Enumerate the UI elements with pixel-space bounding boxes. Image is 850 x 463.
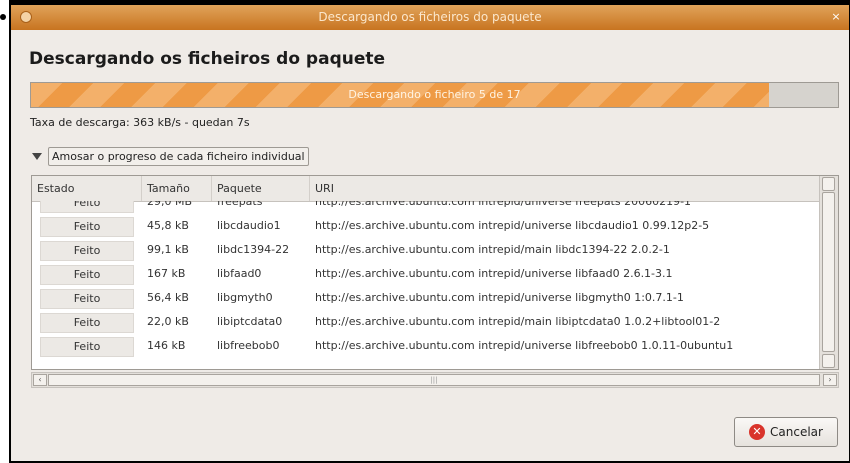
status-badge: Feito <box>40 313 134 333</box>
vertical-scrollbar[interactable] <box>819 176 838 369</box>
status-badge: Feito <box>40 289 134 309</box>
expander-arrow-icon <box>32 152 42 160</box>
file-progress-expander[interactable]: Amosar o progreso de cada ficheiro indiv… <box>30 145 309 167</box>
title-bar: Descargando os ficheiros do paquete × <box>11 5 849 30</box>
cell-estado: Feito <box>32 238 142 262</box>
cell-estado: Feito <box>32 214 142 238</box>
horizontal-scrollbar[interactable]: ‹ ||| › <box>31 372 839 388</box>
window-title: Descargando os ficheiros do paquete <box>318 10 542 24</box>
window-menu-icon[interactable] <box>20 11 32 23</box>
scroll-right-button[interactable]: › <box>823 374 837 386</box>
table-body: Feito 29,0 MB freepats http://es.archive.ub… <box>32 201 820 369</box>
table-row[interactable]: Feito 56,4 kB libgmyth0 http://es.archive.u… <box>32 286 820 310</box>
table-header: Estado Tamaño Paquete URI <box>32 176 820 202</box>
vertical-scroll-thumb[interactable] <box>822 192 835 352</box>
cell-paquete: freepats <box>217 201 263 208</box>
progress-text: Descargando o ficheiro 5 de 17 <box>348 88 521 101</box>
cell-paquete: libgmyth0 <box>217 291 273 304</box>
table-row[interactable]: Feito 22,0 kB libiptcdata0 http://es.archiv… <box>32 310 820 334</box>
download-progress-bar: Descargando o ficheiro 5 de 17 <box>30 82 839 108</box>
scroll-left-button[interactable]: ‹ <box>33 374 47 386</box>
cell-uri: http://es.archive.ubuntu.com intrepid/un… <box>315 267 673 280</box>
list-bullet <box>0 14 6 20</box>
file-table: Estado Tamaño Paquete URI Feito 29,0 MB fr… <box>31 175 839 370</box>
scroll-down-button[interactable] <box>822 354 835 368</box>
cell-paquete: libiptcdata0 <box>217 315 283 328</box>
status-badge: Feito <box>40 337 134 357</box>
expander-label: Amosar o progreso de cada ficheiro indiv… <box>48 146 309 166</box>
cell-estado: Feito <box>32 310 142 334</box>
cell-estado: Feito <box>32 334 142 358</box>
cancel-icon: ✕ <box>749 424 766 440</box>
cell-tamano: 167 kB <box>147 267 186 280</box>
download-rate-text: Taxa de descarga: 363 kB/s - quedan 7s <box>30 116 250 129</box>
cell-tamano: 45,8 kB <box>147 219 189 232</box>
status-badge: Feito <box>40 241 134 261</box>
cell-tamano: 22,0 kB <box>147 315 189 328</box>
horizontal-scroll-thumb[interactable]: ||| <box>48 374 820 386</box>
cell-uri: http://es.archive.ubuntu.com intrepid/ma… <box>315 243 670 256</box>
cell-paquete: libcdaudio1 <box>217 219 281 232</box>
cell-tamano: 56,4 kB <box>147 291 189 304</box>
cell-paquete: libfaad0 <box>217 267 262 280</box>
cell-tamano: 29,0 MB <box>147 201 193 208</box>
cancel-button-label: Cancelar <box>770 425 823 439</box>
cell-uri: http://es.archive.ubuntu.com intrepid/un… <box>315 339 734 352</box>
table-row[interactable]: Feito 99,1 kB libdc1394-22 http://es.archiv… <box>32 238 820 262</box>
status-badge: Feito <box>40 265 134 285</box>
table-row[interactable]: Feito 146 kB libfreebob0 http://es.archive.… <box>32 334 820 358</box>
cancel-button[interactable]: ✕ Cancelar <box>734 417 838 447</box>
close-icon[interactable]: × <box>829 10 843 24</box>
table-row[interactable]: Feito 29,0 MB freepats http://es.archive.ub… <box>32 201 820 214</box>
cell-uri: http://es.archive.ubuntu.com intrepid/un… <box>315 291 684 304</box>
cell-uri: http://es.archive.ubuntu.com intrepid/ma… <box>315 315 721 328</box>
page-title: Descargando os ficheiros do paquete <box>29 49 386 69</box>
column-header-estado[interactable]: Estado <box>32 176 142 201</box>
cell-tamano: 146 kB <box>147 339 186 352</box>
column-header-uri[interactable]: URI <box>310 176 820 201</box>
cell-estado: Feito <box>32 262 142 286</box>
status-badge: Feito <box>40 201 134 213</box>
cell-estado: Feito <box>32 286 142 310</box>
cell-paquete: libdc1394-22 <box>217 243 290 256</box>
scroll-up-button[interactable] <box>822 177 835 191</box>
table-row[interactable]: Feito 45,8 kB libcdaudio1 http://es.archive… <box>32 214 820 238</box>
cell-paquete: libfreebob0 <box>217 339 280 352</box>
table-rows: Feito 29,0 MB freepats http://es.archive.ub… <box>32 201 820 358</box>
download-dialog: Descargando os ficheiros do paquete × De… <box>11 5 849 461</box>
cell-estado: Feito <box>32 201 142 214</box>
cell-tamano: 99,1 kB <box>147 243 189 256</box>
table-row[interactable]: Feito 167 kB libfaad0 http://es.archive.ubu… <box>32 262 820 286</box>
cell-uri: http://es.archive.ubuntu.com intrepid/un… <box>315 219 710 232</box>
column-header-paquete[interactable]: Paquete <box>212 176 310 201</box>
status-badge: Feito <box>40 217 134 237</box>
cell-uri: http://es.archive.ubuntu.com intrepid/un… <box>315 201 692 208</box>
column-header-tamano[interactable]: Tamaño <box>142 176 212 201</box>
